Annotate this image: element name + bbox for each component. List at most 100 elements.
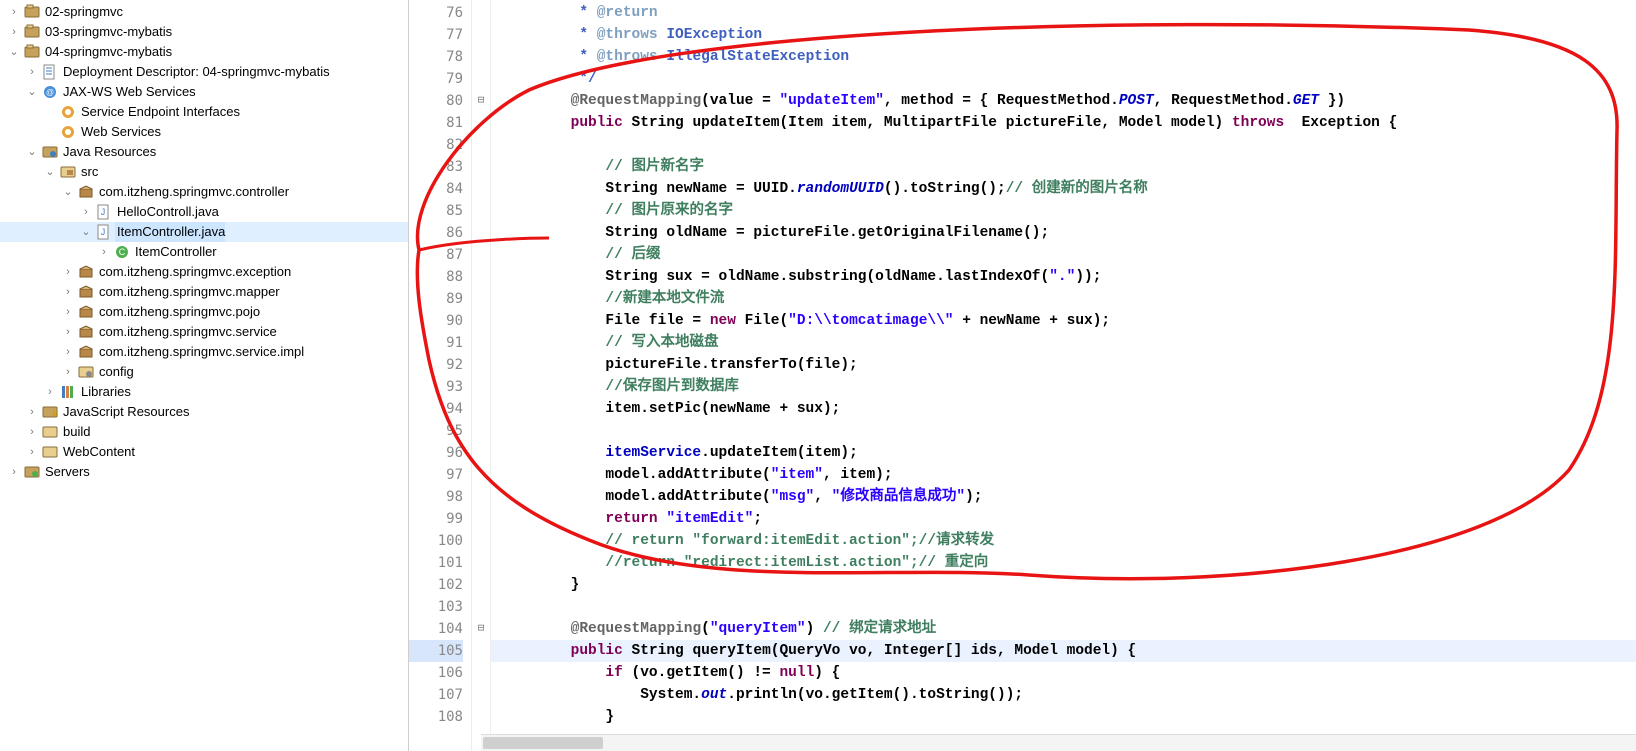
code-line[interactable]: if (vo.getItem() != null) { <box>491 662 1636 684</box>
tree-item-label: com.itzheng.springmvc.pojo <box>97 302 260 322</box>
tree-item[interactable]: ›WebContent <box>0 442 408 462</box>
proj-icon <box>24 24 40 40</box>
code-line[interactable]: //return "redirect:itemList.action";// 重… <box>491 552 1636 574</box>
code-line[interactable]: // 后缀 <box>491 244 1636 266</box>
line-number: 108 <box>409 706 463 728</box>
jax-icon: @ <box>42 84 58 100</box>
tree-item[interactable]: ⌄@JAX-WS Web Services <box>0 82 408 102</box>
code-line[interactable]: * @return <box>491 2 1636 24</box>
tree-item[interactable]: ⌄com.itzheng.springmvc.controller <box>0 182 408 202</box>
tree-item-label: Java Resources <box>61 142 156 162</box>
fold-placeholder <box>472 594 490 616</box>
tree-item[interactable]: ⌄src <box>0 162 408 182</box>
tree-item[interactable]: ›CItemController <box>0 242 408 262</box>
expand-icon[interactable]: › <box>7 2 21 22</box>
tree-item[interactable]: ›03-springmvc-mybatis <box>0 22 408 42</box>
tree-item[interactable]: Service Endpoint Interfaces <box>0 102 408 122</box>
collapse-icon[interactable]: ⌄ <box>79 222 93 242</box>
code-line[interactable]: return "itemEdit"; <box>491 508 1636 530</box>
line-number: 87 <box>409 244 463 266</box>
tree-item-label: build <box>61 422 90 442</box>
tree-item[interactable]: ⌄JItemController.java <box>0 222 408 242</box>
fold-placeholder <box>472 286 490 308</box>
tree-item[interactable]: ›com.itzheng.springmvc.service <box>0 322 408 342</box>
expand-icon[interactable]: › <box>25 402 39 422</box>
code-line[interactable]: String sux = oldName.substring(oldName.l… <box>491 266 1636 288</box>
code-line[interactable]: @RequestMapping("queryItem") // 绑定请求地址 <box>491 618 1636 640</box>
code-line[interactable]: * @throws IllegalStateException <box>491 46 1636 68</box>
code-line[interactable]: @RequestMapping(value = "updateItem", me… <box>491 90 1636 112</box>
fold-placeholder <box>472 176 490 198</box>
tree-item[interactable]: › com.itzheng.springmvc.pojo <box>0 302 408 322</box>
code-line[interactable]: // return "forward:itemEdit.action";//请求… <box>491 530 1636 552</box>
project-explorer[interactable]: ›02-springmvc›03-springmvc-mybatis⌄04-sp… <box>0 0 409 751</box>
tree-item[interactable]: ›JSJavaScript Resources <box>0 402 408 422</box>
expand-icon[interactable]: › <box>61 362 75 382</box>
tree-item[interactable]: ›config <box>0 362 408 382</box>
expand-icon[interactable]: › <box>7 462 21 482</box>
fold-gutter[interactable]: ⊟⊟ <box>472 0 491 751</box>
line-number: 103 <box>409 596 463 618</box>
code-line[interactable] <box>491 134 1636 156</box>
code-line[interactable]: public String queryItem(QueryVo vo, Inte… <box>491 640 1636 662</box>
code-line[interactable]: String newName = UUID.randomUUID().toStr… <box>491 178 1636 200</box>
tree-item[interactable]: ›Servers <box>0 462 408 482</box>
tree-item[interactable]: ›02-springmvc <box>0 2 408 22</box>
code-line[interactable]: // 图片原来的名字 <box>491 200 1636 222</box>
expand-icon[interactable]: › <box>61 302 75 322</box>
tree-item[interactable]: ⌄ Java Resources <box>0 142 408 162</box>
expand-icon[interactable]: › <box>25 442 39 462</box>
collapse-icon[interactable]: ⌄ <box>25 142 39 162</box>
expand-icon[interactable]: › <box>25 422 39 442</box>
code-line[interactable]: itemService.updateItem(item); <box>491 442 1636 464</box>
expand-icon[interactable]: › <box>97 242 111 262</box>
collapse-icon[interactable]: ⌄ <box>61 182 75 202</box>
code-line[interactable]: String oldName = pictureFile.getOriginal… <box>491 222 1636 244</box>
tree-item[interactable]: ›Libraries <box>0 382 408 402</box>
horizontal-scrollbar-thumb[interactable] <box>483 737 603 749</box>
code-line[interactable]: item.setPic(newName + sux); <box>491 398 1636 420</box>
tree-item[interactable]: ›com.itzheng.springmvc.service.impl <box>0 342 408 362</box>
tree-item[interactable]: ›com.itzheng.springmvc.mapper <box>0 282 408 302</box>
code-line[interactable]: */ <box>491 68 1636 90</box>
code-line[interactable]: model.addAttribute("msg", "修改商品信息成功"); <box>491 486 1636 508</box>
fold-toggle-icon[interactable]: ⊟ <box>472 88 490 110</box>
horizontal-scrollbar[interactable] <box>481 734 1636 751</box>
expand-icon[interactable]: › <box>61 322 75 342</box>
code-line[interactable]: * @throws IOException <box>491 24 1636 46</box>
collapse-icon[interactable]: ⌄ <box>25 82 39 102</box>
code-line[interactable]: File file = new File("D:\\tomcatimage\\"… <box>491 310 1636 332</box>
tree-item[interactable]: Web Services <box>0 122 408 142</box>
code-line[interactable]: //新建本地文件流 <box>491 288 1636 310</box>
code-line[interactable] <box>491 420 1636 442</box>
code-line[interactable]: // 写入本地磁盘 <box>491 332 1636 354</box>
code-editor[interactable]: 7677787980818283848586878889909192939495… <box>409 0 1636 751</box>
code-line[interactable]: // 图片新名字 <box>491 156 1636 178</box>
expand-icon[interactable]: › <box>25 62 39 82</box>
tree-item[interactable]: ›com.itzheng.springmvc.exception <box>0 262 408 282</box>
code-line[interactable]: model.addAttribute("item", item); <box>491 464 1636 486</box>
code-area[interactable]: * @return * @throws IOException * @throw… <box>491 0 1636 751</box>
line-number: 98 <box>409 486 463 508</box>
expand-icon[interactable]: › <box>43 382 57 402</box>
code-line[interactable]: pictureFile.transferTo(file); <box>491 354 1636 376</box>
fold-placeholder <box>472 198 490 220</box>
collapse-icon[interactable]: ⌄ <box>7 42 21 62</box>
tree-item[interactable]: ⌄04-springmvc-mybatis <box>0 42 408 62</box>
expand-icon[interactable]: › <box>7 22 21 42</box>
code-line[interactable]: System.out.println(vo.getItem().toString… <box>491 684 1636 706</box>
expand-icon[interactable]: › <box>61 262 75 282</box>
code-line[interactable]: //保存图片到数据库 <box>491 376 1636 398</box>
code-line[interactable] <box>491 596 1636 618</box>
collapse-icon[interactable]: ⌄ <box>43 162 57 182</box>
tree-item[interactable]: ›JHelloControll.java <box>0 202 408 222</box>
expand-icon[interactable]: › <box>61 282 75 302</box>
code-line[interactable]: } <box>491 706 1636 728</box>
fold-toggle-icon[interactable]: ⊟ <box>472 616 490 638</box>
expand-icon[interactable]: › <box>79 202 93 222</box>
tree-item[interactable]: ›Deployment Descriptor: 04-springmvc-myb… <box>0 62 408 82</box>
tree-item[interactable]: › build <box>0 422 408 442</box>
expand-icon[interactable]: › <box>61 342 75 362</box>
code-line[interactable]: } <box>491 574 1636 596</box>
code-line[interactable]: public String updateItem(Item item, Mult… <box>491 112 1636 134</box>
